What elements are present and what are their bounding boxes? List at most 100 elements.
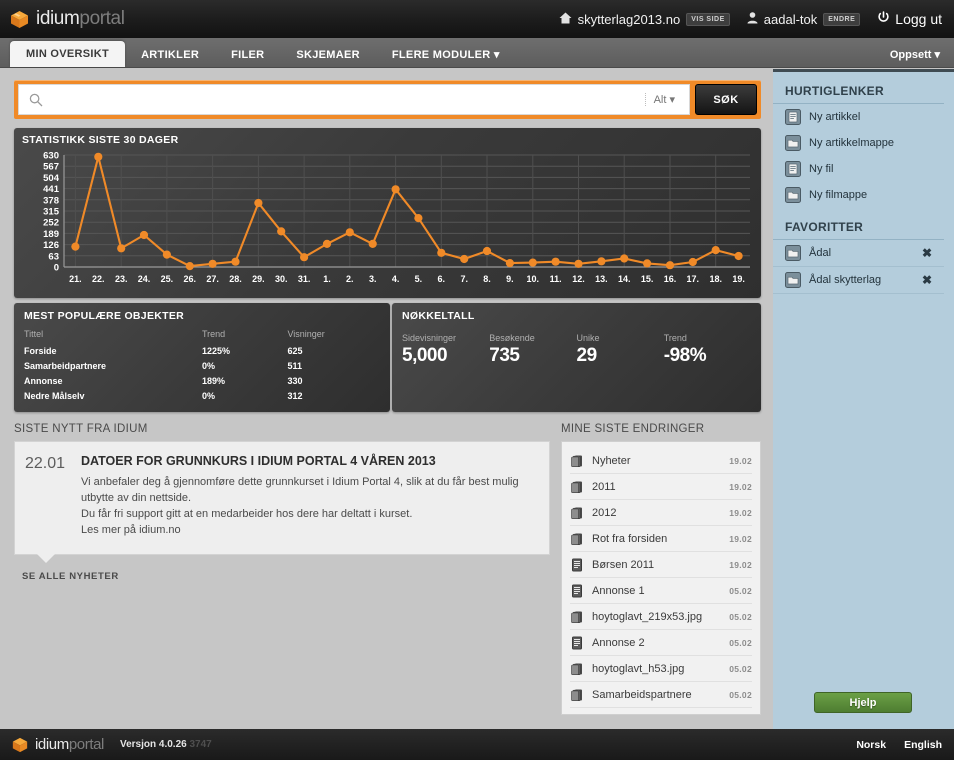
kpi-value: 735 xyxy=(489,345,520,366)
favorite-item-1[interactable]: Ådal skytterlag ✖ xyxy=(773,267,944,294)
favorite-item-0[interactable]: Ådal ✖ xyxy=(773,240,944,267)
logout-button[interactable]: Logg ut xyxy=(877,11,942,27)
table-row[interactable]: Samarbeidpartnere 0% 511 xyxy=(24,358,380,373)
app-logo[interactable]: idiumportal xyxy=(0,8,125,30)
document-icon xyxy=(570,558,584,572)
search-icon xyxy=(29,93,43,107)
folder-stack-icon xyxy=(570,688,584,702)
svg-text:27.: 27. xyxy=(206,274,219,284)
list-item[interactable]: Rot fra forsiden 19.02 xyxy=(570,526,752,552)
quicklink-item-2[interactable]: Ny fil xyxy=(773,156,954,182)
help-button[interactable]: Hjelp xyxy=(814,692,912,713)
svg-text:189: 189 xyxy=(43,229,59,240)
quicklink-item-1[interactable]: Ny artikkelmappe xyxy=(773,130,954,156)
svg-text:2.: 2. xyxy=(346,274,354,284)
cell-title: Annonse xyxy=(24,375,63,386)
see-all-news-link[interactable]: SE ALLE NYHETER xyxy=(14,571,550,582)
remove-favorite-icon[interactable]: ✖ xyxy=(922,273,944,287)
svg-text:29.: 29. xyxy=(252,274,265,284)
logo-secondary: portal xyxy=(79,8,125,29)
list-item-date: 19.02 xyxy=(729,481,752,492)
remove-favorite-icon[interactable]: ✖ xyxy=(922,246,944,260)
statistics-title: STATISTIKK SISTE 30 DAGER xyxy=(22,134,179,146)
list-item[interactable]: hoytoglavt_219x53.jpg 05.02 xyxy=(570,604,752,630)
cell-trend: 1225% xyxy=(202,345,231,356)
tab-artikler[interactable]: ARTIKLER xyxy=(125,43,215,67)
footer-logo: idiumportal xyxy=(12,736,104,753)
tab-flere-moduler[interactable]: FLERE MODULER ▾ xyxy=(376,43,516,67)
recent-changes-section: MINE SISTE ENDRINGER Nyheter 19.02 2011 19.… xyxy=(561,423,761,715)
news-row: 22.01 DATOER FOR GRUNNKURS I IDIUM PORTA… xyxy=(25,454,535,538)
news-headline[interactable]: DATOER FOR GRUNNKURS I IDIUM PORTAL 4 VÅ… xyxy=(81,454,535,468)
list-item-date: 05.02 xyxy=(729,585,752,596)
kpi-value: 5,000 xyxy=(402,345,448,366)
quicklink-label: Ny artikkelmappe xyxy=(809,137,894,149)
list-item-date: 19.02 xyxy=(729,533,752,544)
folder-icon xyxy=(785,135,801,151)
kpi-item: Sidevisninger 5,000 xyxy=(402,333,489,367)
tab-min-oversikt[interactable]: MIN OVERSIKT xyxy=(10,41,126,67)
svg-text:19.: 19. xyxy=(732,274,745,284)
table-row[interactable]: Nedre Målselv 0% 312 xyxy=(24,388,380,403)
svg-text:5.: 5. xyxy=(415,274,423,284)
list-item[interactable]: Nyheter 19.02 xyxy=(570,448,752,474)
folder-stack-icon xyxy=(570,480,584,494)
svg-text:630: 630 xyxy=(43,151,59,162)
list-item[interactable]: hoytoglavt_h53.jpg 05.02 xyxy=(570,656,752,682)
svg-text:30.: 30. xyxy=(275,274,288,284)
edit-user-badge[interactable]: ENDRE xyxy=(823,12,861,26)
quicklink-item-0[interactable]: Ny artikkel xyxy=(773,104,954,130)
current-site[interactable]: skytterlag2013.no VIS SIDE xyxy=(559,12,730,27)
list-item-name: Rot fra forsiden xyxy=(592,532,668,545)
table-row[interactable]: Annonse 189% 330 xyxy=(24,373,380,388)
list-item[interactable]: Samarbeidspartnere 05.02 xyxy=(570,682,752,708)
quicklink-item-3[interactable]: Ny filmappe xyxy=(773,182,954,208)
kpi-item: Trend -98% xyxy=(664,333,751,367)
cell-trend: 0% xyxy=(202,390,216,401)
list-item-name: Annonse 1 xyxy=(592,584,645,597)
tab-filer[interactable]: FILER xyxy=(215,43,280,67)
folder-icon xyxy=(785,187,801,203)
popular-objects-title: MEST POPULÆRE OBJEKTER xyxy=(24,310,185,322)
list-item-name: Nyheter xyxy=(592,454,631,467)
lang-norsk[interactable]: Norsk xyxy=(856,739,886,751)
svg-text:378: 378 xyxy=(43,195,59,206)
line-chart-svg: 063126189252315378441504567630 21. 22. 23. 2… xyxy=(43,151,750,284)
cell-views: 511 xyxy=(287,360,302,371)
search-submit-button[interactable]: SØK xyxy=(695,84,757,115)
popular-objects-table: Tittel Trend Visninger Forside 1225% 625 Sa… xyxy=(24,329,380,403)
table-row[interactable]: Forside 1225% 625 xyxy=(24,343,380,358)
key-figures-row: Sidevisninger 5,000 Besøkende 735 Unike 29 Tre… xyxy=(402,329,751,367)
table-header-row: Tittel Trend Visninger xyxy=(24,329,380,343)
idium-cube-icon xyxy=(10,10,29,29)
list-item[interactable]: Annonse 1 05.02 xyxy=(570,578,752,604)
news-line-3[interactable]: Les mer på idium.no xyxy=(81,522,535,538)
tab-skjemaer[interactable]: SKJEMAER xyxy=(280,43,376,67)
lang-english[interactable]: English xyxy=(904,739,942,751)
search-input[interactable] xyxy=(49,85,645,114)
svg-text:567: 567 xyxy=(43,162,59,173)
search-scope-dropdown[interactable]: Alt ▾ xyxy=(644,93,683,106)
key-figures-title: NØKKELTALL xyxy=(402,310,475,322)
news-date: 22.01 xyxy=(25,455,66,472)
view-site-badge[interactable]: VIS SIDE xyxy=(686,12,730,26)
kpi-label: Trend xyxy=(663,333,687,343)
svg-text:25.: 25. xyxy=(161,274,174,284)
favorites-heading: FAVORITTER xyxy=(773,208,944,240)
document-icon xyxy=(785,161,801,177)
news-line-1: Vi anbefaler deg å gjennomføre dette gru… xyxy=(81,476,519,504)
news-section: SISTE NYTT FRA IDIUM 22.01 DATOER FOR GR… xyxy=(14,423,550,715)
svg-text:1.: 1. xyxy=(323,274,331,284)
list-item[interactable]: 2012 19.02 xyxy=(570,500,752,526)
search-field-wrapper[interactable]: Alt ▾ xyxy=(18,84,690,115)
folder-stack-icon xyxy=(570,454,584,468)
cell-trend: 189% xyxy=(202,375,226,386)
col-trend: Trend xyxy=(202,329,226,339)
current-user[interactable]: aadal-tok ENDRE xyxy=(747,12,861,27)
list-item-name: 2011 xyxy=(592,480,616,493)
settings-menu[interactable]: Oppsett ▾ xyxy=(890,43,954,67)
footer-bar: idiumportal Versjon 4.0.26 3747 Norsk En… xyxy=(0,729,954,760)
list-item[interactable]: Annonse 2 05.02 xyxy=(570,630,752,656)
list-item[interactable]: 2011 19.02 xyxy=(570,474,752,500)
list-item[interactable]: Børsen 2011 19.02 xyxy=(570,552,752,578)
